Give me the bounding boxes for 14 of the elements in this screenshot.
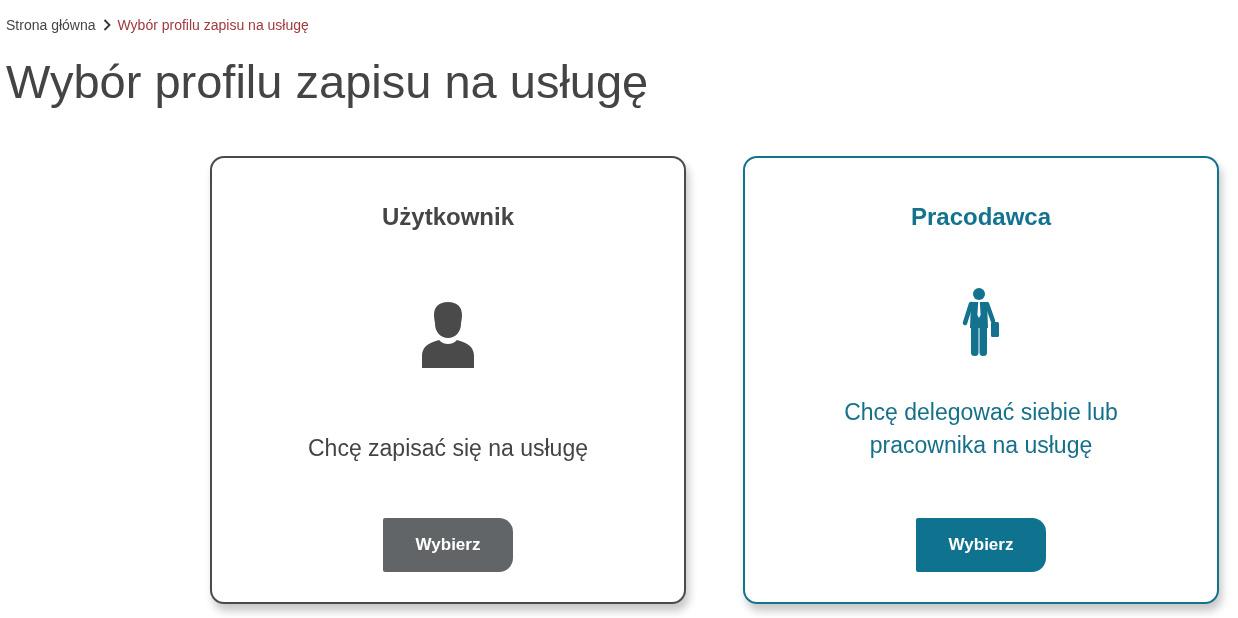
- user-icon: [420, 299, 476, 368]
- select-button[interactable]: Wybierz: [383, 518, 513, 572]
- page-title: Wybór profilu zapisu na usługę: [6, 55, 649, 109]
- select-button[interactable]: Wybierz: [916, 518, 1046, 572]
- profile-card[interactable]: Pracodawca Chcę delegować siebie lub pracownika na usługę Wybierz: [743, 156, 1219, 604]
- card-description: Chcę delegować siebie lub pracownika na usługę: [843, 398, 1119, 460]
- card-description: Chcę zapisać się na usługę: [308, 433, 588, 463]
- card-title: Pracodawca: [910, 202, 1052, 232]
- profile-card[interactable]: Użytkownik Chcę zapisać się na usługę Wybierz: [210, 156, 686, 604]
- card-title: Użytkownik: [382, 202, 514, 232]
- breadcrumb-current[interactable]: Wybór profilu zapisu na usługę: [117, 17, 309, 33]
- chevron-right-icon: [102, 19, 111, 31]
- businessman-icon: [962, 288, 1000, 356]
- breadcrumb-link[interactable]: Strona główna: [6, 17, 96, 33]
